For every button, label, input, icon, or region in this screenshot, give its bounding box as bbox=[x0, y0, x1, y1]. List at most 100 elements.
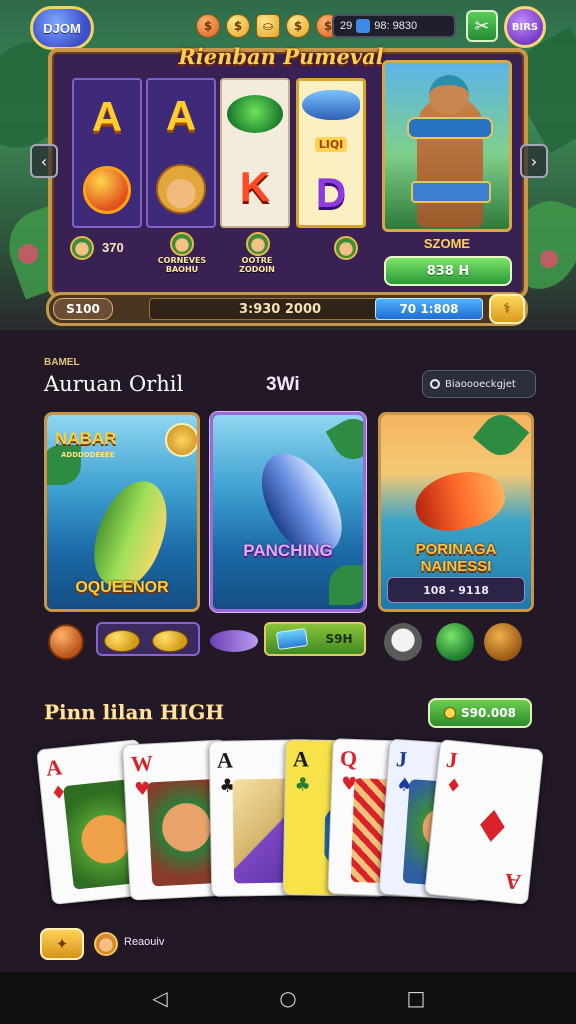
resource-icons: $ $ ⛀ $ $ bbox=[196, 12, 340, 40]
info-tag: OOTRE ZODOIN bbox=[239, 256, 275, 274]
hero-armor bbox=[407, 117, 493, 139]
back-button[interactable]: ◁ bbox=[146, 984, 174, 1012]
prev-arrow-button[interactable]: ‹ bbox=[30, 144, 58, 178]
sparkle-icon: ✦ bbox=[55, 935, 69, 953]
slot-hero: DJOM $ $ ⛀ $ $ 29 98: 9830 ✂ BIRS Rienba… bbox=[0, 0, 576, 330]
spin-icon: ⚕ bbox=[503, 301, 511, 317]
hero-belt bbox=[411, 181, 491, 203]
chevron-right-icon: › bbox=[530, 151, 538, 171]
counter-right: 98: 9830 bbox=[374, 20, 418, 32]
chevron-left-icon: ‹ bbox=[40, 151, 48, 171]
player-avatar bbox=[246, 232, 270, 256]
symbol-letter: A bbox=[91, 92, 123, 140]
hero-label: SZOME bbox=[423, 236, 471, 251]
home-circle-icon: ○ bbox=[279, 986, 297, 1010]
coin-icon bbox=[444, 707, 457, 719]
spin-button[interactable]: ⚕ bbox=[489, 294, 525, 324]
gold-coin-icon: $ bbox=[286, 14, 310, 38]
bet-total: 3:930 2000 bbox=[149, 298, 411, 320]
symbol-letter: D bbox=[315, 168, 347, 216]
card-rank: Q bbox=[339, 745, 358, 772]
card-label: PANCHING bbox=[243, 541, 333, 560]
gold-coin-icon: $ bbox=[226, 14, 250, 38]
card-label: PORINAGA NAINESSI bbox=[415, 541, 497, 575]
game-card-porinaga[interactable]: PORINAGA NAINESSI 108 - 9118 bbox=[378, 412, 534, 612]
back-triangle-icon: ◁ bbox=[152, 986, 168, 1010]
gem-icon bbox=[356, 19, 371, 33]
filter-text: Biaoooeckgjet bbox=[445, 378, 516, 390]
panda-icon[interactable] bbox=[384, 623, 422, 661]
coin-icon bbox=[152, 630, 188, 652]
game-logo[interactable]: DJOM bbox=[30, 6, 94, 50]
club-icon: ♣ bbox=[294, 774, 311, 796]
recent-square-icon: □ bbox=[406, 986, 426, 1010]
symbol-letter: A bbox=[165, 92, 197, 139]
filter-icon bbox=[430, 379, 440, 389]
fire-coin-icon: $ bbox=[196, 14, 220, 38]
home-button[interactable]: ○ bbox=[274, 984, 302, 1012]
treasure-icon: ⛀ bbox=[256, 14, 280, 38]
card-rank: A bbox=[216, 747, 234, 773]
system-nav-bar: ◁ ○ □ bbox=[0, 972, 576, 1024]
playing-card[interactable]: J ♦ ♦ A bbox=[424, 738, 544, 906]
section-title: Auruan Orhil bbox=[44, 372, 184, 396]
bottom-strip-text[interactable]: Reaouiv bbox=[124, 936, 164, 948]
slot-info-row: 370 CORNEVES BAOHU OOTRE ZODOIN bbox=[66, 232, 376, 274]
explorer-face-icon bbox=[156, 164, 206, 214]
hero-collect-button[interactable]: 838 H bbox=[384, 256, 512, 286]
frog-icon[interactable] bbox=[436, 623, 474, 661]
player-avatar bbox=[334, 236, 358, 260]
reel-4[interactable]: LIQI D bbox=[296, 78, 366, 228]
card-rank: J bbox=[395, 746, 409, 772]
diamond-icon: ♦ bbox=[469, 799, 515, 855]
bonus-button[interactable]: ✦ bbox=[40, 928, 84, 960]
purple-fish-icon[interactable] bbox=[210, 630, 258, 652]
hand-balance: S90.008 bbox=[461, 706, 516, 720]
bet-amount[interactable]: S100 bbox=[53, 298, 113, 320]
hand-balance-badge[interactable]: S90.008 bbox=[428, 698, 532, 728]
hero-portrait[interactable] bbox=[382, 60, 512, 232]
reel-2[interactable]: A bbox=[146, 78, 216, 228]
slot-title: Rienban Pumeval bbox=[178, 44, 384, 69]
win-display[interactable]: 70 1:808 bbox=[375, 298, 483, 320]
reel-3[interactable]: K bbox=[220, 78, 290, 228]
card-subtitle: ADDDDDEEEE bbox=[61, 451, 115, 459]
coin-fish-icon[interactable] bbox=[48, 624, 84, 660]
reel-1[interactable]: A bbox=[72, 78, 142, 228]
diamond-icon: ♦ bbox=[444, 774, 463, 798]
card-rank: J bbox=[445, 746, 459, 773]
profile-button[interactable]: BIRS bbox=[504, 6, 546, 48]
tools-button[interactable]: ✂ bbox=[466, 10, 498, 42]
card-label: OQUEENOR bbox=[75, 579, 169, 596]
bottom-strip: ✦ Reaouiv bbox=[40, 928, 540, 962]
game-card-nabar[interactable]: NABAR ADDDDDEEEE OQUEENOR bbox=[44, 412, 200, 612]
emblem-icon bbox=[165, 423, 197, 457]
chip-row: S9H bbox=[44, 620, 534, 664]
frog-symbol-icon bbox=[227, 95, 283, 133]
gem-icon bbox=[276, 628, 309, 650]
bet-bar: S100 3:930 2000 70 1:808 ⚕ bbox=[46, 292, 528, 326]
filter-pill[interactable]: Biaoooeckgjet bbox=[422, 370, 536, 398]
scissors-icon: ✂ bbox=[474, 15, 490, 37]
currency-counter[interactable]: 29 98: 9830 bbox=[332, 14, 456, 38]
game-card-panching[interactable]: PANCHING bbox=[210, 412, 366, 612]
seed-icon[interactable] bbox=[484, 623, 522, 661]
card-title: NABAR bbox=[55, 429, 117, 448]
next-arrow-button[interactable]: › bbox=[520, 144, 548, 178]
coin-stack-box[interactable] bbox=[96, 622, 200, 656]
gem-buy-button[interactable]: S9H bbox=[264, 622, 366, 656]
player-avatar bbox=[170, 232, 194, 256]
coin-icon bbox=[104, 630, 140, 652]
palm-leaf bbox=[329, 565, 363, 605]
card-rank: W bbox=[130, 750, 154, 777]
player-avatar bbox=[70, 236, 94, 260]
fish-symbol-icon bbox=[302, 89, 360, 120]
info-tag: CORNEVES BAOHU bbox=[157, 256, 207, 274]
player-avatar bbox=[94, 932, 118, 956]
flower bbox=[18, 244, 38, 264]
recent-apps-button[interactable]: □ bbox=[402, 984, 430, 1012]
card-strip: 108 - 9118 bbox=[387, 577, 525, 603]
section-count: 3Wi bbox=[266, 374, 300, 395]
section-tag: BAMEL bbox=[44, 357, 80, 368]
symbol-tag: LIQI bbox=[314, 136, 348, 152]
